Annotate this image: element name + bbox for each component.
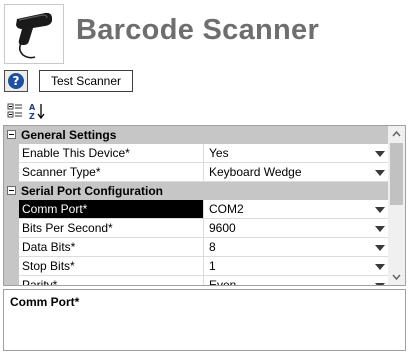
scroll-thumb[interactable] [390, 143, 403, 205]
description-title: Comm Port* [10, 295, 80, 309]
property-value-dropdown[interactable]: Yes [204, 144, 389, 163]
property-name: Parity* [19, 276, 204, 285]
app-title: Barcode Scanner [76, 14, 320, 46]
collapse-icon[interactable] [7, 130, 16, 139]
category-serial-port-configuration[interactable]: Serial Port Configuration [4, 182, 389, 200]
dropdown-arrow-icon[interactable] [375, 245, 385, 251]
property-row[interactable]: Enable This Device* Yes [4, 144, 389, 163]
property-value-dropdown[interactable]: 1 [204, 257, 389, 276]
property-row-selected[interactable]: Comm Port* COM2 [4, 200, 389, 219]
property-name: Bits Per Second* [19, 219, 204, 238]
help-icon: ? [8, 73, 24, 89]
collapse-icon[interactable] [7, 186, 16, 195]
property-row[interactable]: Bits Per Second* 9600 [4, 219, 389, 238]
svg-text:Z: Z [29, 112, 35, 120]
property-row[interactable]: Data Bits* 8 [4, 238, 389, 257]
property-value-dropdown[interactable]: COM2 [204, 200, 389, 219]
dropdown-arrow-icon[interactable] [375, 264, 385, 270]
dropdown-arrow-icon[interactable] [375, 226, 385, 232]
property-name: Data Bits* [19, 238, 204, 257]
scroll-down-icon[interactable] [388, 268, 405, 285]
property-name: Stop Bits* [19, 257, 204, 276]
property-row[interactable]: Parity* Even [4, 276, 389, 285]
property-value-dropdown[interactable]: Keyboard Wedge [204, 163, 389, 182]
property-grid-toolbar: A Z [0, 98, 411, 125]
barcode-scanner-image [4, 4, 64, 64]
svg-text:A: A [29, 103, 36, 112]
dropdown-arrow-icon[interactable] [375, 283, 385, 285]
scroll-up-icon[interactable] [388, 126, 405, 143]
category-label: Serial Port Configuration [21, 184, 164, 198]
categorized-view-icon[interactable] [6, 102, 24, 120]
category-label: General Settings [21, 128, 117, 142]
property-value-dropdown[interactable]: 8 [204, 238, 389, 257]
property-row[interactable]: Scanner Type* Keyboard Wedge [4, 163, 389, 182]
dropdown-arrow-icon[interactable] [375, 170, 385, 176]
property-name: Scanner Type* [19, 163, 204, 182]
dropdown-arrow-icon[interactable] [375, 151, 385, 157]
alphabetical-sort-icon[interactable]: A Z [28, 102, 46, 121]
property-value-dropdown[interactable]: Even [204, 276, 389, 285]
property-row[interactable]: Stop Bits* 1 [4, 257, 389, 276]
property-description-panel: Comm Port* [3, 289, 406, 351]
category-general-settings[interactable]: General Settings [4, 126, 389, 144]
dropdown-arrow-icon[interactable] [375, 207, 385, 213]
property-grid[interactable]: General Settings Enable This Device* Yes… [3, 125, 406, 286]
vertical-scrollbar[interactable] [388, 126, 405, 285]
help-button[interactable]: ? [4, 70, 28, 92]
property-value-dropdown[interactable]: 9600 [204, 219, 389, 238]
property-name: Comm Port* [19, 200, 204, 219]
test-scanner-button[interactable]: Test Scanner [39, 70, 133, 92]
property-name: Enable This Device* [19, 144, 204, 163]
